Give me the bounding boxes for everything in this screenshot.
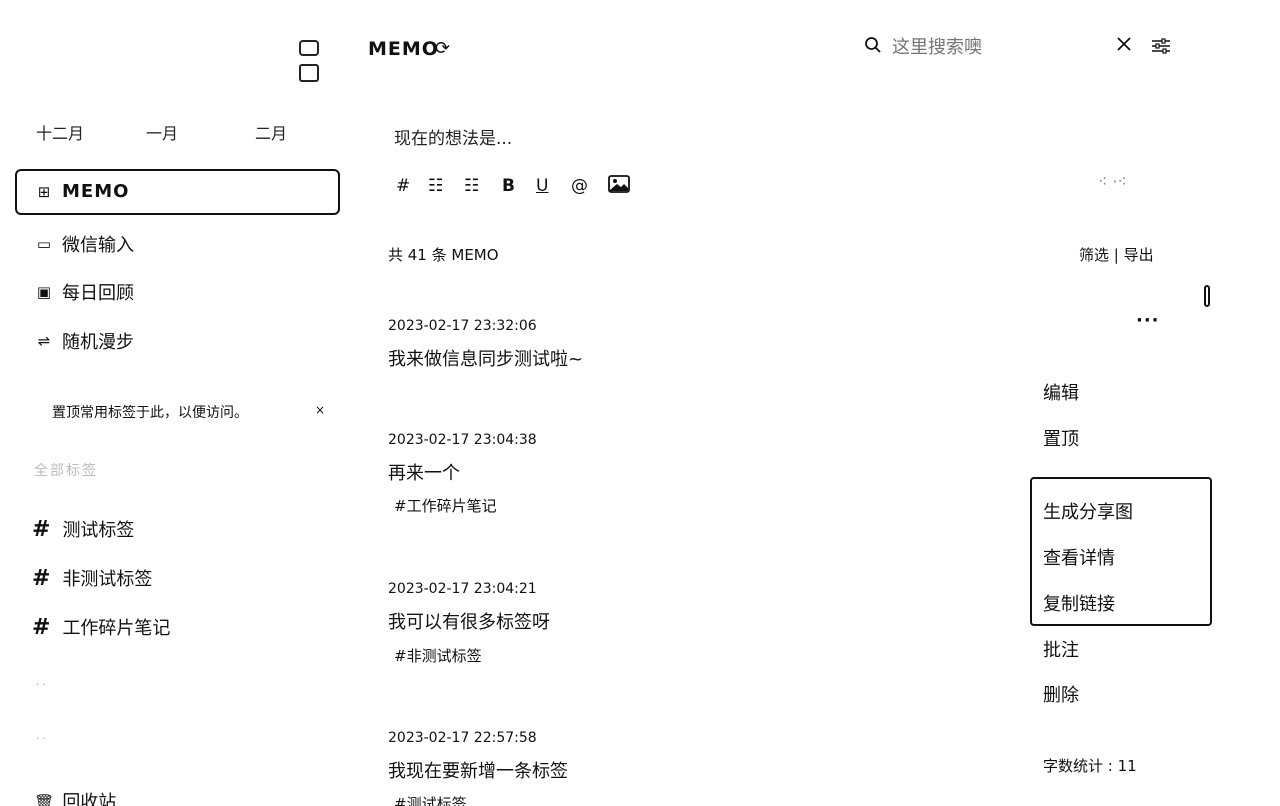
tag-item[interactable]: # 非测试标签: [32, 565, 152, 591]
nav-item-memo[interactable]: ⊞ MEMO: [34, 181, 129, 202]
month-label: 一月: [146, 124, 179, 143]
menu-item-delete[interactable]: 删除: [1043, 681, 1079, 707]
nav-item-random-walk[interactable]: ⇌ 随机漫步: [34, 328, 134, 354]
menu-item-copy-link[interactable]: 复制链接: [1043, 590, 1115, 616]
calendar-icon: ▣: [36, 283, 52, 301]
tag-label: 工作碎片笔记: [62, 618, 171, 639]
menu-item-share-image[interactable]: 生成分享图: [1043, 498, 1133, 524]
menu-item-view-details[interactable]: 查看详情: [1043, 544, 1115, 570]
memo-tag[interactable]: #工作碎片笔记: [394, 495, 497, 516]
faint-divider: · ·: [36, 734, 46, 745]
tag-item[interactable]: # 工作碎片笔记: [32, 614, 170, 640]
month-label: 十二月: [36, 124, 85, 143]
filter-export-link[interactable]: 筛选 | 导出: [1079, 244, 1154, 265]
memo-tag[interactable]: #测试标签: [394, 793, 467, 806]
menu-item-annotate[interactable]: 批注: [1043, 636, 1079, 662]
hash-icon: #: [32, 615, 51, 640]
trash-icon: 🗑: [34, 793, 55, 806]
faint-divider: · ·: [36, 680, 46, 691]
mention-button[interactable]: @: [571, 176, 588, 196]
search-input[interactable]: [892, 37, 1092, 58]
memo-date: 2023-02-17 23:04:38: [388, 432, 537, 448]
memo-text: 我来做信息同步测试啦~: [388, 349, 584, 370]
underline-button[interactable]: U: [536, 176, 548, 196]
bold-button[interactable]: B: [502, 176, 515, 196]
nav-item-label: 回收站: [62, 792, 117, 806]
nav-item-label: 每日回顾: [62, 283, 134, 304]
filter-settings-icon[interactable]: [1150, 36, 1172, 61]
nav-item-wechat[interactable]: ▭ 微信输入: [34, 231, 134, 257]
hashtag-button[interactable]: #: [396, 176, 410, 196]
memo-text: 再来一个: [388, 463, 460, 484]
memo-date: 2023-02-17 22:57:58: [388, 730, 537, 746]
nav-item-daily-review[interactable]: ▣ 每日回顾: [34, 279, 134, 305]
grid-icon: ⊞: [37, 182, 51, 201]
menu-item-pin[interactable]: 置顶: [1043, 425, 1079, 451]
month-label: 二月: [255, 124, 288, 143]
tag-label: 非测试标签: [62, 569, 153, 590]
close-icon[interactable]: [1114, 34, 1134, 60]
more-icon[interactable]: ···: [1136, 310, 1160, 331]
nav-item-label: MEMO: [62, 181, 130, 202]
word-count: 字数统计 : 11: [1043, 757, 1137, 775]
menu-item-edit[interactable]: 编辑: [1043, 379, 1079, 405]
memo-count: 共 41 条 MEMO: [388, 246, 499, 264]
memo-date: 2023-02-17 23:32:06: [388, 318, 537, 334]
shuffle-icon: ⇌: [37, 332, 51, 350]
memo-text: 我可以有很多标签呀: [388, 612, 550, 633]
layout-toggle-icon[interactable]: [299, 64, 319, 82]
scrollbar-thumb[interactable]: [1204, 285, 1210, 307]
memo-date: 2023-02-17 23:04:21: [388, 581, 537, 597]
sync-icon[interactable]: ⟳: [435, 38, 450, 59]
close-icon[interactable]: ×: [315, 403, 325, 417]
bullet-list-button[interactable]: ☷: [428, 176, 443, 196]
hash-icon: #: [32, 517, 51, 542]
numbered-list-button[interactable]: ☷: [464, 176, 479, 196]
tag-label: 测试标签: [62, 520, 135, 541]
memo-editor[interactable]: 现在的想法是...: [394, 124, 512, 149]
nav-item-recycle[interactable]: 🗑 回收站: [34, 788, 116, 806]
send-icon[interactable]: ⁖ ·⁖: [1098, 172, 1127, 191]
editor-toolbar: # ☷ ☷ B U @: [396, 174, 646, 200]
search-icon: [864, 36, 882, 59]
sidebar-toggle-icon[interactable]: [299, 40, 319, 56]
image-icon[interactable]: [608, 174, 630, 199]
nav-item-label: 微信输入: [62, 235, 134, 256]
tags-heading: 全部标签: [34, 463, 98, 479]
nav-item-label: 随机漫步: [62, 332, 134, 353]
tag-item[interactable]: # 测试标签: [32, 516, 134, 542]
memo-text: 我现在要新增一条标签: [388, 761, 568, 782]
chat-icon: ▭: [36, 235, 52, 253]
pin-tip-text: 置顶常用标签于此，以便访问。: [52, 405, 248, 421]
app-title: MEMO: [368, 38, 439, 60]
memo-tag[interactable]: #非测试标签: [394, 645, 482, 666]
hash-icon: #: [32, 566, 51, 591]
